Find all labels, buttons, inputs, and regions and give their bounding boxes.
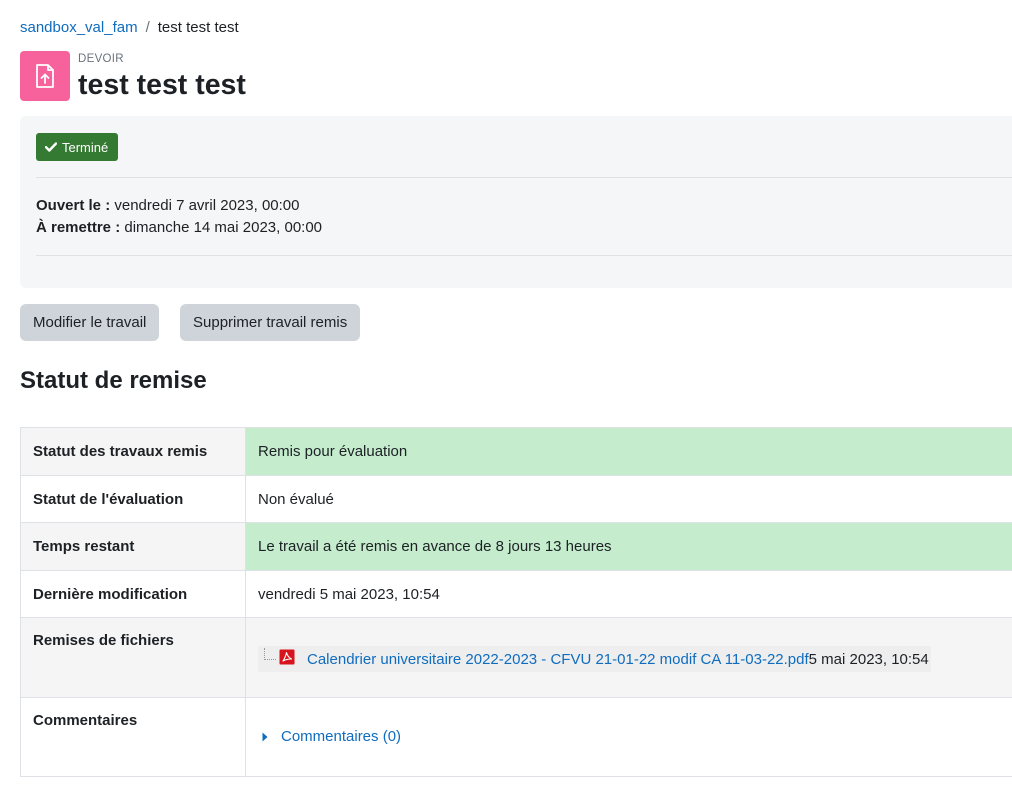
completion-badge: Terminé <box>36 133 119 161</box>
row-label: Statut de l'évaluation <box>20 475 246 523</box>
row-label: Dernière modification <box>20 570 246 618</box>
opened-date: Ouvert le : vendredi 7 avril 2023, 00:00 <box>36 195 300 217</box>
breadcrumb: sandbox_val_fam / test test test <box>20 18 239 38</box>
submitted-file-date: 5 mai 2023, 10:54 <box>808 650 929 668</box>
opened-label: Ouvert le : <box>36 197 111 214</box>
breadcrumb-current: test test test <box>157 19 239 36</box>
divider <box>36 255 1012 256</box>
assignment-upload-icon <box>20 51 70 101</box>
activity-dates-panel: Terminé Ouvert le : vendredi 7 avril 202… <box>20 116 1012 288</box>
submission-status-heading: Statut de remise <box>20 367 207 394</box>
completion-badge-label: Terminé <box>62 139 109 155</box>
due-label: À remettre : <box>36 219 121 236</box>
submitted-file-link[interactable]: Calendrier universitaire 2022-2023 - CFV… <box>307 651 809 668</box>
remove-submission-button[interactable]: Supprimer travail remis <box>180 304 361 341</box>
pdf-file-icon <box>279 649 295 669</box>
submission-status-table: Statut des travaux remis Remis pour éval… <box>20 427 1012 777</box>
comments-link-label: Commentaires (0) <box>281 728 402 745</box>
last-modified-value: vendredi 5 mai 2023, 10:54 <box>245 570 1012 618</box>
breadcrumb-separator: / <box>145 19 150 36</box>
row-label: Commentaires <box>20 697 246 777</box>
table-row: Temps restant Le travail a été remis en … <box>20 522 1012 571</box>
opened-value: vendredi 7 avril 2023, 00:00 <box>114 197 300 214</box>
file-submissions-cell: Calendrier universitaire 2022-2023 - CFV… <box>245 617 1012 698</box>
breadcrumb-course-link[interactable]: sandbox_val_fam <box>20 19 138 36</box>
table-row: Dernière modification vendredi 5 mai 202… <box>20 570 1012 618</box>
submitted-file: Calendrier universitaire 2022-2023 - CFV… <box>258 646 931 672</box>
assignment-page: sandbox_val_fam / test test test DEVOIR te… <box>0 0 1012 798</box>
table-row: Commentaires Commentaires (0) <box>20 697 1012 777</box>
time-remaining-value: Le travail a été remis en avance de 8 jo… <box>245 522 1012 571</box>
comments-toggle[interactable]: Commentaires (0) <box>258 728 401 745</box>
row-label: Temps restant <box>20 522 246 571</box>
submission-status-value: Remis pour évaluation <box>245 427 1012 476</box>
due-value: dimanche 14 mai 2023, 00:00 <box>124 219 323 236</box>
grading-status-value: Non évalué <box>245 475 1012 523</box>
table-row: Remises de fichiers Calendrier universit… <box>20 617 1012 698</box>
row-label: Remises de fichiers <box>20 617 246 698</box>
table-row: Statut de l'évaluation Non évalué <box>20 475 1012 523</box>
page-title: test test test <box>78 69 246 101</box>
comments-cell: Commentaires (0) <box>245 697 1012 777</box>
table-row: Statut des travaux remis Remis pour éval… <box>20 427 1012 476</box>
due-date: À remettre : dimanche 14 mai 2023, 00:00 <box>36 217 322 239</box>
edit-submission-button[interactable]: Modifier le travail <box>20 304 160 341</box>
activity-kind-label: DEVOIR <box>78 53 124 65</box>
check-icon <box>45 142 57 152</box>
caret-right-icon <box>262 732 268 741</box>
divider <box>36 177 1012 178</box>
row-label: Statut des travaux remis <box>20 427 246 476</box>
tree-connector <box>264 648 276 660</box>
